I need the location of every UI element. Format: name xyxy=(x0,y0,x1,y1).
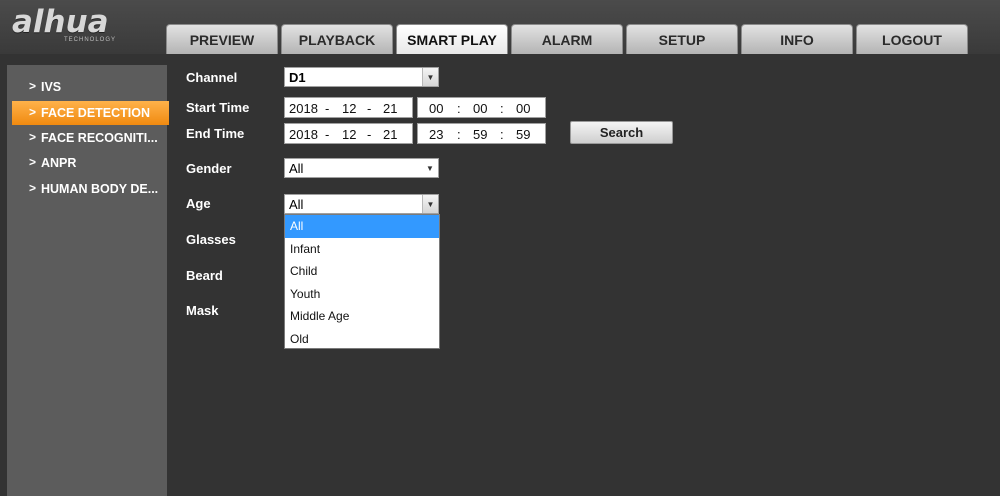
tab-alarm[interactable]: ALARM xyxy=(511,24,623,54)
chevron-right-icon: > xyxy=(29,130,37,144)
end-time-label: End Time xyxy=(186,126,245,141)
sidebar-item-label: HUMAN BODY DE... xyxy=(41,182,159,196)
start-year[interactable]: 2018 xyxy=(289,98,318,118)
start-month[interactable]: 12 xyxy=(342,98,356,118)
age-value: All xyxy=(289,196,304,212)
age-option-all[interactable]: All xyxy=(285,215,439,238)
time-separator: : xyxy=(457,100,461,116)
glasses-label: Glasses xyxy=(186,232,236,247)
end-date-field[interactable]: 2018 - 12 - 21 xyxy=(284,123,413,144)
sidebar-item-human-body-detection[interactable]: > HUMAN BODY DE... xyxy=(7,177,167,201)
logo-subtext: TECHNOLOGY xyxy=(64,37,117,43)
age-option-infant[interactable]: Infant xyxy=(285,238,439,261)
channel-label: Channel xyxy=(186,70,238,85)
time-separator: : xyxy=(500,100,504,116)
end-month[interactable]: 12 xyxy=(342,124,356,144)
tab-playback[interactable]: PLAYBACK xyxy=(281,24,393,54)
age-option-child[interactable]: Child xyxy=(285,260,439,283)
age-option-youth[interactable]: Youth xyxy=(285,283,439,306)
start-second[interactable]: 00 xyxy=(516,98,530,118)
tab-info[interactable]: INFO xyxy=(741,24,853,54)
mask-label: Mask xyxy=(186,303,219,318)
start-date-field[interactable]: 2018 - 12 - 21 xyxy=(284,97,413,118)
end-minute[interactable]: 59 xyxy=(473,124,487,144)
time-separator: : xyxy=(500,126,504,142)
brand-logo: alhua TECHNOLOGY xyxy=(12,4,142,46)
date-separator: - xyxy=(367,100,372,116)
channel-select[interactable]: D1 ▼ xyxy=(284,67,439,87)
gender-label: Gender xyxy=(186,161,232,176)
sidebar-item-face-recognition[interactable]: > FACE RECOGNITI... xyxy=(7,126,167,150)
end-day[interactable]: 21 xyxy=(383,124,397,144)
tab-logout[interactable]: LOGOUT xyxy=(856,24,968,54)
beard-label: Beard xyxy=(186,268,223,283)
sidebar-item-label: ANPR xyxy=(41,156,77,170)
time-separator: : xyxy=(457,126,461,142)
date-separator: - xyxy=(367,126,372,142)
sidebar-item-anpr[interactable]: > ANPR xyxy=(7,151,167,175)
age-dropdown-list: All Infant Child Youth Middle Age Old xyxy=(284,214,440,349)
end-second[interactable]: 59 xyxy=(516,124,530,144)
sidebar-item-face-detection[interactable]: > FACE DETECTION xyxy=(12,101,169,125)
sidebar-item-label: FACE DETECTION xyxy=(41,106,151,120)
end-year[interactable]: 2018 xyxy=(289,124,318,144)
chevron-right-icon: > xyxy=(29,181,37,195)
sidebar-item-label: IVS xyxy=(41,80,62,94)
top-header: alhua TECHNOLOGY PREVIEW PLAYBACK SMART … xyxy=(0,0,1000,54)
start-hour[interactable]: 00 xyxy=(429,98,443,118)
search-button[interactable]: Search xyxy=(570,121,673,144)
logo-text: alhua xyxy=(12,4,109,40)
chevron-right-icon: > xyxy=(29,79,37,93)
tab-setup[interactable]: SETUP xyxy=(626,24,738,54)
date-separator: - xyxy=(325,126,330,142)
start-time-label: Start Time xyxy=(186,100,250,115)
chevron-right-icon: > xyxy=(29,105,37,119)
sidebar-item-ivs[interactable]: > IVS xyxy=(7,75,167,99)
age-option-old[interactable]: Old xyxy=(285,328,439,351)
chevron-down-icon: ▼ xyxy=(422,195,438,213)
end-hour[interactable]: 23 xyxy=(429,124,443,144)
gender-select[interactable]: All ▼ xyxy=(284,158,439,178)
tab-smart-play[interactable]: SMART PLAY xyxy=(396,24,508,54)
age-option-middle-age[interactable]: Middle Age xyxy=(285,305,439,328)
age-label: Age xyxy=(186,196,211,211)
age-select[interactable]: All ▼ xyxy=(284,194,439,214)
end-clock-field[interactable]: 23 : 59 : 59 xyxy=(417,123,546,144)
sidebar-item-label: FACE RECOGNITI... xyxy=(41,131,158,145)
sidebar: > IVS > FACE DETECTION > FACE RECOGNITI.… xyxy=(7,65,169,496)
chevron-right-icon: > xyxy=(29,155,37,169)
chevron-down-icon: ▼ xyxy=(422,159,438,177)
start-day[interactable]: 21 xyxy=(383,98,397,118)
chevron-down-icon: ▼ xyxy=(422,68,438,86)
date-separator: - xyxy=(325,100,330,116)
tab-preview[interactable]: PREVIEW xyxy=(166,24,278,54)
start-clock-field[interactable]: 00 : 00 : 00 xyxy=(417,97,546,118)
start-minute[interactable]: 00 xyxy=(473,98,487,118)
channel-value: D1 xyxy=(289,69,306,85)
gender-value: All xyxy=(289,160,304,176)
